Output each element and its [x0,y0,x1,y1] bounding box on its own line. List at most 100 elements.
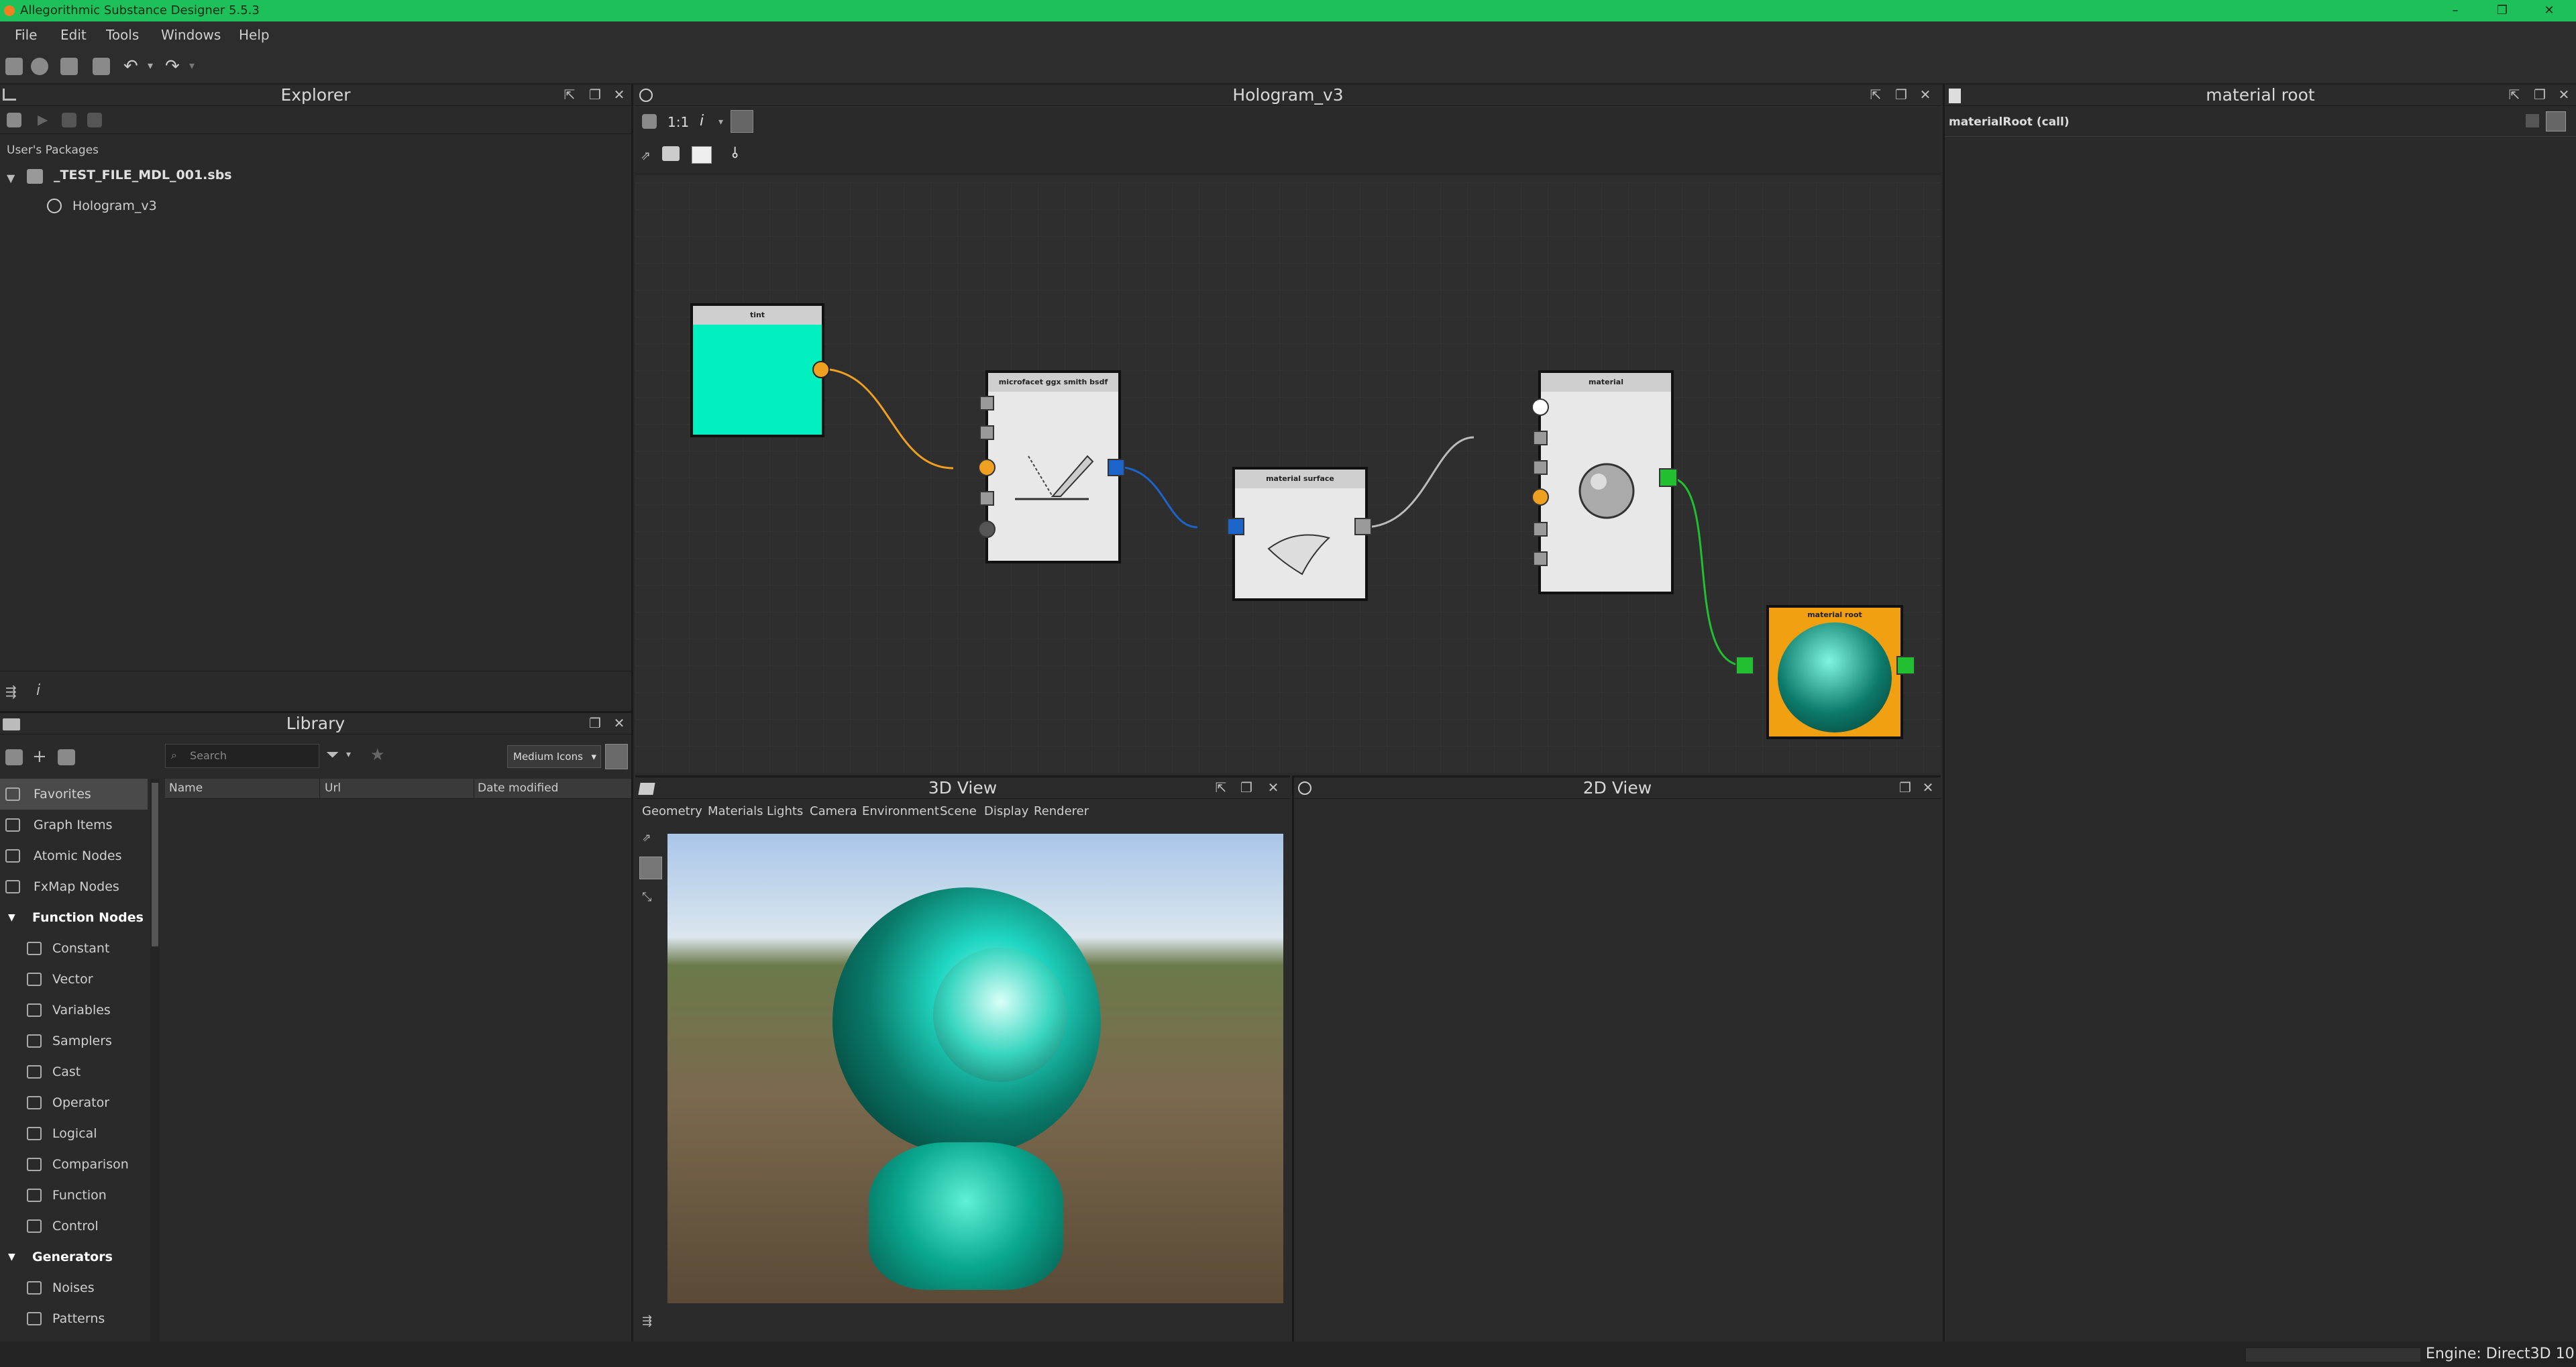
library-scrollbar[interactable] [150,779,160,1342]
link-mode-button[interactable] [731,110,753,133]
node-tint[interactable]: tint [690,303,824,437]
camera-tool-button[interactable] [639,857,662,879]
close-icon[interactable]: ✕ [2529,0,2569,21]
undo-icon[interactable]: ↶ [123,56,138,76]
undo-dropdown-icon[interactable]: ▾ [148,59,153,72]
float-icon[interactable]: ❐ [1239,780,1254,795]
close-panel-icon[interactable]: ✕ [1921,780,1935,795]
expose-button[interactable] [2546,111,2566,131]
pin-icon[interactable]: ⇱ [562,87,577,102]
menu-help[interactable]: Help [239,27,270,43]
column-date[interactable]: Date modified [478,781,558,795]
pin-node-icon[interactable]: ⫰ [732,145,739,162]
menu-environment[interactable]: Environment [862,804,939,818]
library-item[interactable]: Graph Items [0,810,148,840]
menu-renderer[interactable]: Renderer [1034,804,1089,818]
fit-view-icon[interactable] [642,114,657,129]
export-icon[interactable] [87,113,102,127]
material-input-port[interactable] [1532,488,1549,506]
library-category[interactable]: ▼ Generators [0,1242,148,1272]
root-input-port[interactable] [1735,656,1754,675]
expand-arrow-icon[interactable]: ▼ [8,902,15,933]
plus-icon[interactable]: + [32,747,47,767]
viewport-3d[interactable] [667,834,1283,1303]
comment-icon[interactable] [662,146,680,161]
light-tool-icon[interactable]: ⤡ [642,890,651,904]
expand-arrow-icon[interactable]: ▼ [8,1242,15,1272]
tree-view-icon[interactable]: ⇶ [642,1314,652,1328]
new-package-icon[interactable] [7,113,21,127]
material-input-port[interactable] [1533,522,1548,537]
menu-file[interactable]: File [15,27,37,43]
tree-view-icon[interactable]: ⇶ [5,684,17,700]
play-icon[interactable]: ▶ [38,111,48,127]
close-panel-icon[interactable]: ✕ [612,87,627,102]
close-panel-icon[interactable]: ✕ [2557,87,2571,102]
graph-canvas[interactable]: tint microfacet ggx smith bsdf material … [635,182,1941,773]
menu-geometry[interactable]: Geometry [642,804,702,818]
favorite-star-icon[interactable]: ★ [370,745,385,764]
search-input[interactable]: ⌕ Search [165,744,319,768]
open-external-icon[interactable]: ⇗ [641,149,651,163]
expand-arrow-icon[interactable]: ▼ [7,172,15,184]
bsdf-output-port[interactable] [1108,459,1125,476]
material-input-port[interactable] [1533,460,1548,475]
node-material-root[interactable]: material root [1766,605,1903,739]
node-material[interactable]: material [1538,370,1674,594]
frame-icon[interactable] [692,146,712,164]
menu-edit[interactable]: Edit [60,27,87,43]
new-graph-icon[interactable] [31,58,48,75]
library-item[interactable]: FxMap Nodes [0,871,148,902]
menu-display[interactable]: Display [984,804,1028,818]
library-item[interactable]: Noises [0,1272,148,1303]
close-panel-icon[interactable]: ✕ [1918,87,1933,102]
library-item[interactable]: Variables [0,995,148,1026]
redo-dropdown-icon[interactable]: ▾ [189,59,195,72]
close-panel-icon[interactable]: ✕ [612,716,627,730]
library-item[interactable]: Comparison [0,1149,148,1180]
node-material-surface[interactable]: material surface [1232,467,1368,601]
column-url[interactable]: Url [325,781,341,795]
pin-icon[interactable]: ⇱ [1868,87,1883,102]
bsdf-input-port[interactable] [979,491,994,506]
library-item[interactable]: Constant [0,933,148,964]
library-item[interactable]: Favorites [0,779,148,810]
library-item[interactable]: Patterns [0,1303,148,1334]
menu-tools[interactable]: Tools [106,27,139,43]
library-item[interactable]: Function [0,1180,148,1211]
menu-scene[interactable]: Scene [940,804,977,818]
close-panel-icon[interactable]: ✕ [1266,780,1281,795]
pin-icon[interactable]: ⇱ [1214,780,1228,795]
bsdf-input-port[interactable] [978,521,996,538]
surface-output-port[interactable] [1354,518,1372,535]
redo-icon[interactable]: ↷ [165,56,180,76]
menu-materials[interactable]: Materials [708,804,763,818]
material-output-port[interactable] [1659,468,1678,487]
zoom-1to1-button[interactable]: 1:1 [667,114,689,130]
parameter-toggle-icon[interactable] [2526,114,2539,127]
library-item[interactable]: Atomic Nodes [0,840,148,871]
info-icon[interactable]: i [36,682,40,699]
library-item[interactable]: Vector [0,964,148,995]
surface-input-port[interactable] [1227,518,1244,535]
save-icon[interactable] [93,58,110,75]
float-icon[interactable]: ❐ [588,87,602,102]
graph-item[interactable]: Hologram_v3 [72,199,157,213]
library-item[interactable]: Cast [0,1056,148,1087]
library-item[interactable]: Control [0,1211,148,1242]
view-toggle-button[interactable] [605,744,628,769]
pin-icon[interactable]: ⇱ [2507,87,2522,102]
material-input-port[interactable] [1533,551,1548,566]
open-external-icon[interactable]: ⇗ [642,831,651,844]
info-button[interactable]: i [700,113,704,129]
library-edit-icon[interactable] [58,749,75,765]
library-item[interactable]: Samplers [0,1026,148,1056]
restore-icon[interactable]: ❐ [2482,0,2522,21]
publish-icon[interactable] [62,113,76,127]
bsdf-input-port[interactable] [979,425,994,440]
float-icon[interactable]: ❐ [1894,87,1909,102]
info-dropdown-icon[interactable]: ▾ [718,117,723,127]
library-item[interactable]: Operator [0,1087,148,1118]
library-item[interactable]: Logical [0,1118,148,1149]
float-icon[interactable]: ❐ [1898,780,1913,795]
